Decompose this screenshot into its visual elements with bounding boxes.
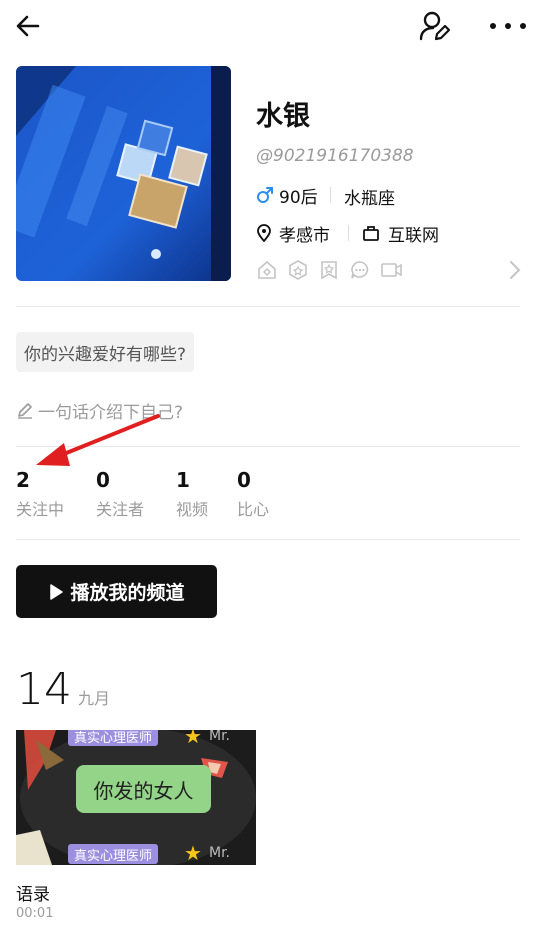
stat-value: 0 bbox=[237, 468, 251, 492]
industry-label: 互联网 bbox=[388, 225, 439, 246]
video-duration: 00:01 bbox=[16, 906, 54, 921]
stat-label: 关注中 bbox=[16, 500, 65, 519]
zodiac-label: 水瓶座 bbox=[344, 189, 395, 209]
badge-bookmark-star-icon bbox=[321, 261, 337, 280]
badge-house-icon bbox=[258, 260, 276, 279]
stat-followers[interactable]: 0 关注者 bbox=[96, 468, 144, 520]
overlay-tag-partial: Mr. bbox=[209, 845, 230, 861]
video-title[interactable]: 语录 bbox=[16, 880, 50, 905]
arrow-left-icon bbox=[16, 15, 40, 37]
annotation-arrow-icon bbox=[36, 414, 160, 466]
speech-bubble: 你发的女人 bbox=[76, 765, 211, 813]
video-thumbnail[interactable]: 真实心理医师 ★ Mr. 你发的女人 真实心理医师 ★ Mr. bbox=[16, 730, 256, 865]
user-id: @9021916170388 bbox=[256, 146, 414, 166]
badge-chat-icon bbox=[351, 261, 369, 279]
badge-row[interactable] bbox=[256, 257, 522, 283]
more-horizontal-icon bbox=[490, 23, 526, 29]
overlay-tag-text: 真实心理医师 bbox=[74, 730, 153, 746]
play-channel-button[interactable]: 播放我的频道 bbox=[16, 565, 217, 618]
stat-value: 1 bbox=[176, 468, 190, 492]
overlay-tag: 真实心理医师 bbox=[68, 844, 159, 864]
back-button[interactable] bbox=[8, 6, 48, 46]
stat-following[interactable]: 2 关注中 bbox=[16, 468, 64, 520]
user-edit-icon bbox=[419, 11, 451, 41]
edit-profile-button[interactable] bbox=[413, 6, 455, 46]
location-label: 孝感市 bbox=[279, 225, 330, 246]
overlay-tag: 真实心理医师 bbox=[68, 730, 159, 746]
hobby-prompt-chip[interactable]: 你的兴趣爱好有哪些? bbox=[16, 332, 195, 372]
badge-video-icon bbox=[381, 263, 402, 277]
star-icon: ★ bbox=[184, 841, 202, 865]
chevron-right-icon bbox=[510, 261, 521, 279]
location-row: 孝感市 bbox=[256, 221, 330, 246]
hobby-prompt-text: 你的兴趣爱好有哪些? bbox=[24, 344, 187, 365]
overlay-tag-partial: Mr. bbox=[209, 730, 230, 744]
age-group-row: 90后 bbox=[256, 183, 318, 208]
play-channel-label: 播放我的频道 bbox=[70, 582, 185, 604]
profile-name: 水银 bbox=[256, 101, 310, 132]
divider bbox=[16, 306, 520, 307]
avatar-photo bbox=[16, 66, 231, 281]
age-group-label: 90后 bbox=[279, 187, 318, 208]
date-header: 14 九月 bbox=[16, 664, 110, 715]
stat-label: 比心 bbox=[237, 500, 270, 519]
stat-label: 关注者 bbox=[96, 500, 145, 519]
location-pin-icon bbox=[257, 224, 271, 242]
male-icon bbox=[257, 187, 273, 203]
more-button[interactable] bbox=[484, 6, 532, 46]
star-icon: ★ bbox=[184, 730, 202, 748]
divider bbox=[16, 539, 520, 540]
badge-hexagon-icon bbox=[289, 260, 307, 280]
stat-value: 2 bbox=[16, 468, 30, 492]
stat-label: 视频 bbox=[176, 500, 209, 519]
speech-bubble-text: 你发的女人 bbox=[93, 778, 194, 803]
info-separator bbox=[330, 187, 331, 203]
stat-videos[interactable]: 1 视频 bbox=[176, 468, 208, 520]
overlay-tag-text: 真实心理医师 bbox=[74, 848, 153, 864]
date-month: 九月 bbox=[78, 689, 111, 708]
avatar[interactable] bbox=[16, 66, 231, 281]
stat-value: 0 bbox=[96, 468, 110, 492]
industry-row: 互联网 bbox=[362, 221, 439, 246]
play-icon bbox=[50, 583, 64, 600]
info-separator bbox=[348, 225, 349, 241]
briefcase-icon bbox=[363, 226, 379, 241]
date-day: 14 bbox=[16, 664, 72, 715]
stat-hearts[interactable]: 0 比心 bbox=[237, 468, 269, 520]
